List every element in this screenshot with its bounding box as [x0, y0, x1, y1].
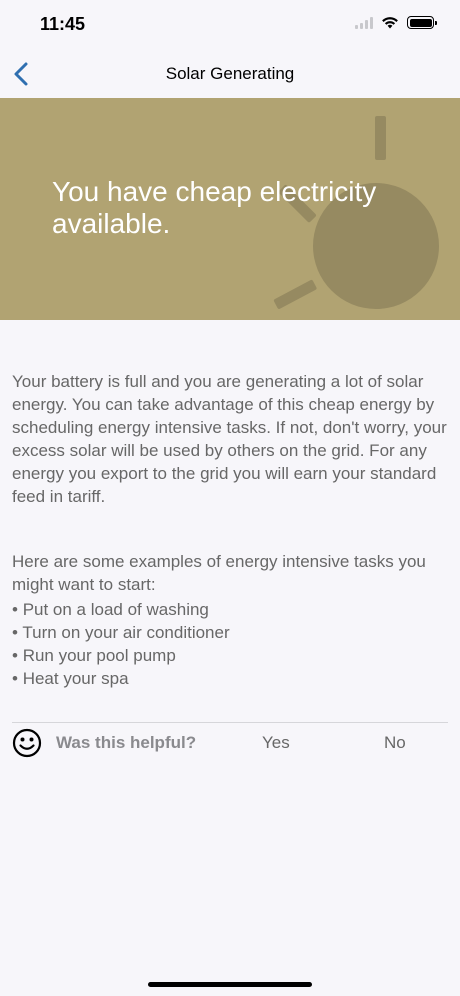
page-title: Solar Generating: [165, 64, 295, 83]
list-item: Run your pool pump: [12, 644, 448, 667]
home-indicator: [148, 982, 312, 987]
article-content: Cheap electricity? Your battery is full …: [12, 338, 448, 690]
section-body: Your battery is full and you are generat…: [12, 372, 447, 506]
status-time: 11:45: [40, 14, 86, 34]
task-list: Put on a load of washing Turn on your ai…: [12, 598, 448, 690]
battery-icon: [407, 16, 437, 29]
list-item: Turn on your air conditioner: [12, 621, 448, 644]
status-bar: 11:45: [0, 0, 460, 50]
feedback-row: Was this helpful? Yes No: [12, 728, 448, 758]
section-heading: Energy intensive tasks: [12, 522, 197, 541]
feedback-question: Was this helpful?: [56, 733, 197, 752]
feedback-yes-button[interactable]: Yes: [262, 733, 290, 753]
hero-banner: You have cheap electricity available.: [0, 98, 460, 320]
section-body: Here are some examples of energy intensi…: [12, 552, 426, 594]
wifi-icon: [382, 17, 398, 29]
navigation-bar: Solar Generating: [0, 50, 460, 98]
status-icons: [355, 16, 437, 29]
feedback-no-button[interactable]: No: [384, 733, 406, 753]
list-item: Put on a load of washing: [12, 598, 448, 621]
hero-headline: You have cheap electricity available.: [52, 176, 377, 239]
list-item: Heat your spa: [12, 667, 448, 690]
section-heading: Cheap electricity?: [12, 340, 159, 359]
divider: [12, 722, 448, 723]
cellular-signal-icon: [355, 16, 373, 29]
smiley-face-icon: [12, 728, 42, 758]
